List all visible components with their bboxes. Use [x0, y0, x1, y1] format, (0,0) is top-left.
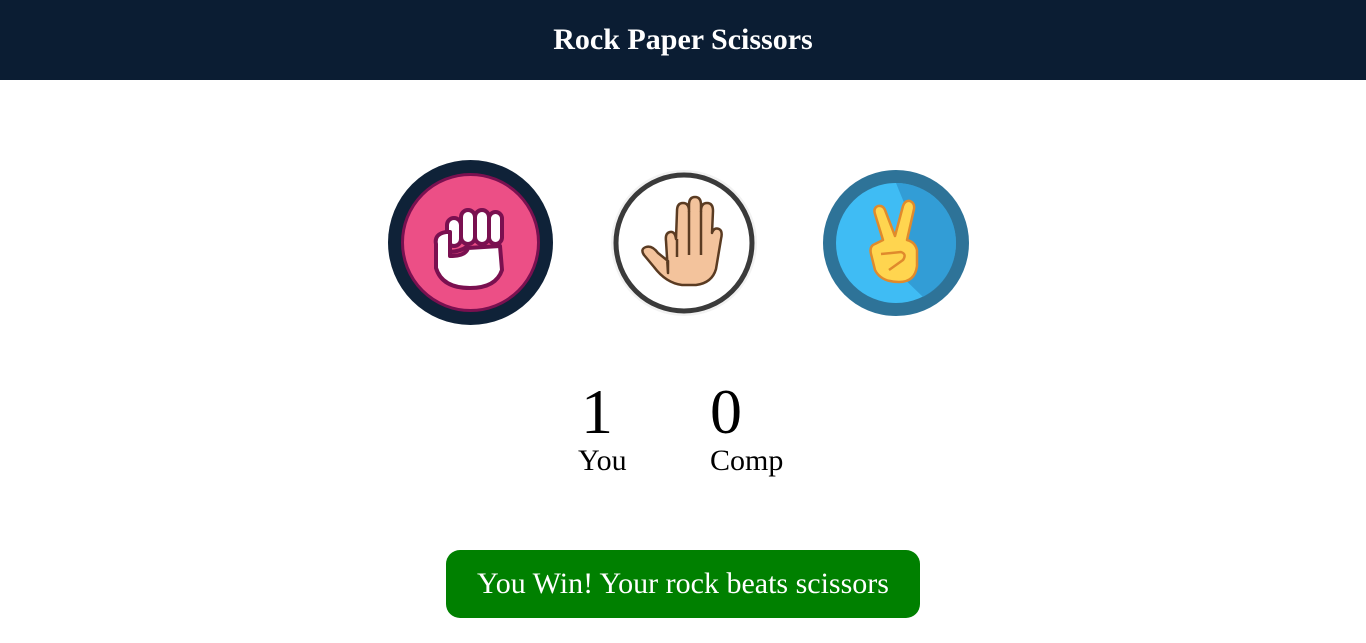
- header-bar: Rock Paper Scissors: [0, 0, 1366, 80]
- user-score-value: 1: [581, 376, 613, 447]
- comp-score-label: Comp: [710, 444, 784, 477]
- comp-score: 0 Comp: [710, 380, 783, 478]
- result-message: You Win! Your rock beats scissors: [446, 550, 920, 618]
- comp-score-value: 0: [710, 376, 742, 447]
- rock-button[interactable]: [388, 160, 553, 325]
- user-score: 1 You: [578, 380, 627, 478]
- user-score-label: You: [578, 444, 627, 477]
- open-hand-icon: [611, 170, 757, 316]
- paper-button[interactable]: [610, 169, 758, 317]
- scissors-button[interactable]: [823, 170, 969, 316]
- peace-hand-icon: [823, 170, 969, 316]
- fist-icon: [388, 160, 553, 325]
- page-title: Rock Paper Scissors: [553, 23, 813, 56]
